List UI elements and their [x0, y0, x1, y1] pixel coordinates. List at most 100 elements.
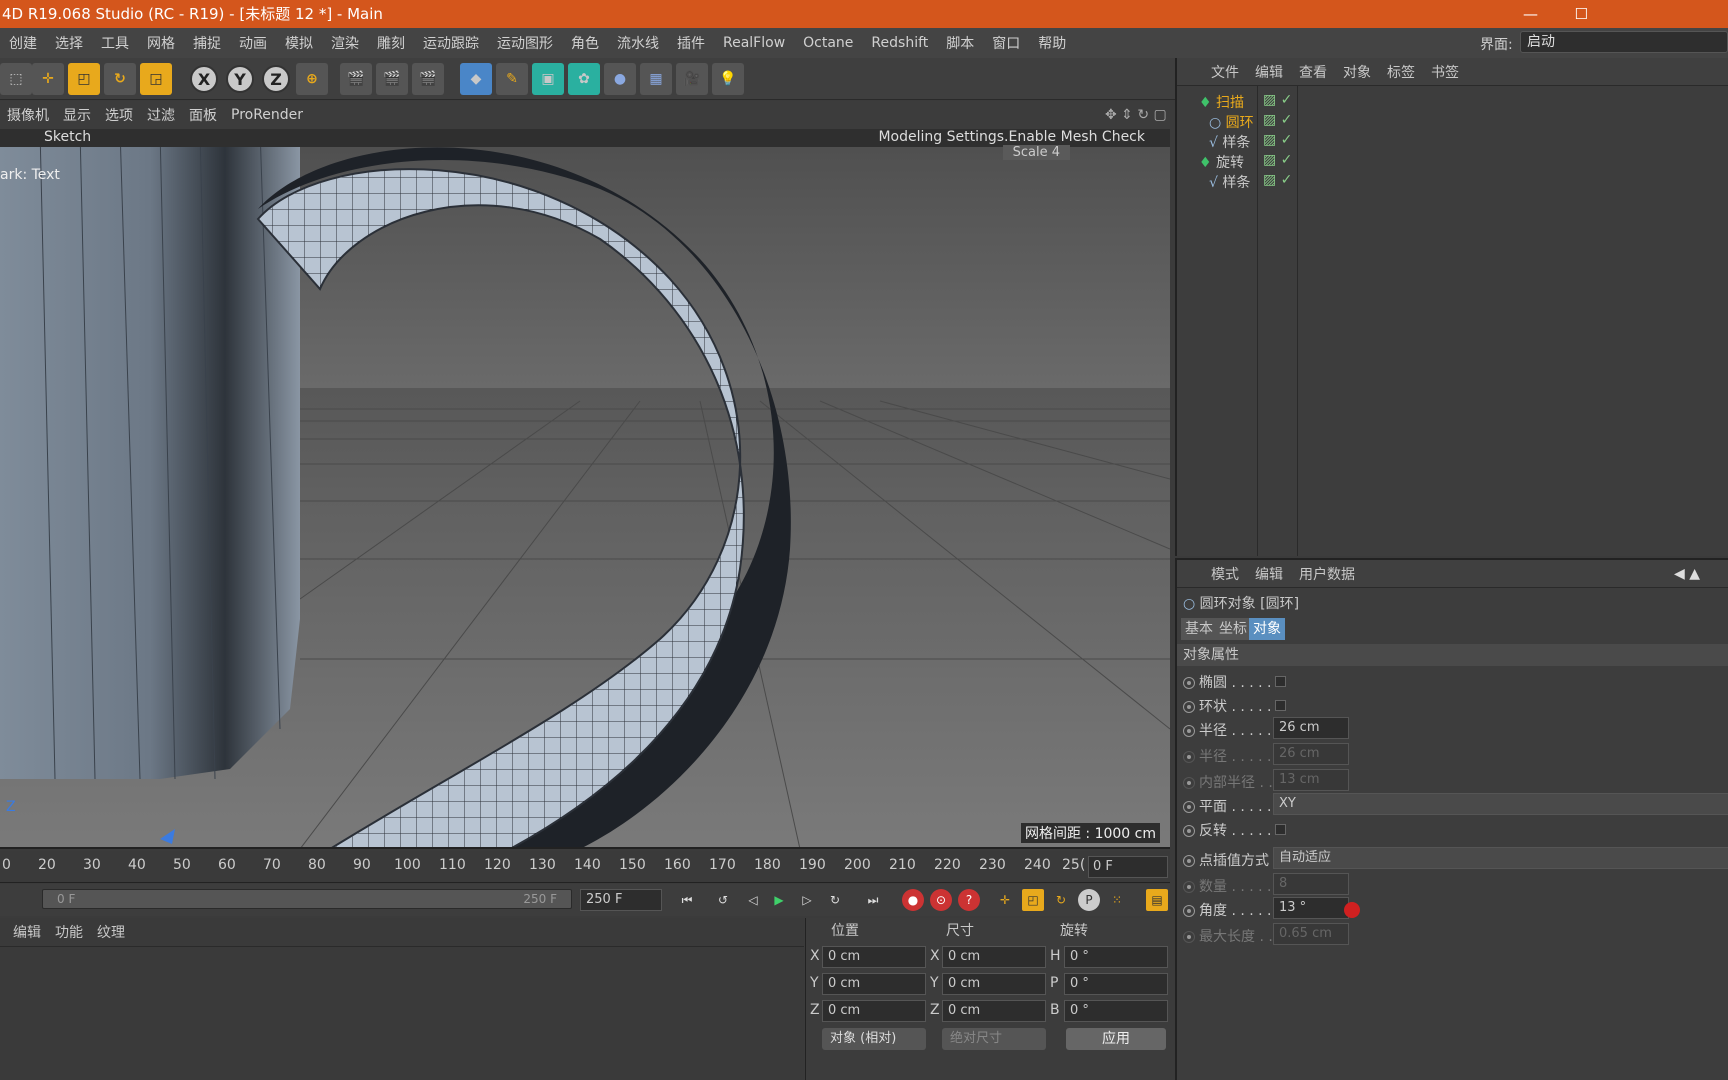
frame-range-slider[interactable]: 0 F 250 F — [42, 889, 572, 909]
interpolation-dropdown[interactable]: 自动适应 — [1273, 847, 1728, 869]
am-menu-edit[interactable]: 编辑 — [1247, 564, 1291, 584]
keyframe-selection-icon[interactable]: ? — [958, 889, 980, 911]
visibility-icon[interactable]: ▨ ✓ — [1263, 172, 1292, 188]
size-y-field[interactable]: 0 cm — [942, 973, 1046, 995]
end-frame-field[interactable]: 250 F — [580, 889, 662, 911]
z-axis-lock-icon[interactable]: Z — [262, 65, 290, 93]
vp-menu-camera[interactable]: 摄像机 — [0, 105, 56, 125]
rot-h-field[interactable]: 0 ° — [1064, 946, 1168, 968]
3d-viewport[interactable]: Sketch Modeling Settings.Enable Mesh Che… — [0, 129, 1170, 849]
pos-x-field[interactable]: 0 cm — [822, 946, 926, 968]
menu-snap[interactable]: 捕捉 — [184, 33, 230, 53]
mat-menu-edit[interactable]: 编辑 — [6, 922, 48, 942]
ellipse-checkbox[interactable] — [1275, 676, 1286, 687]
menu-create[interactable]: 创建 — [0, 33, 46, 53]
tab-object[interactable]: 对象 — [1249, 618, 1285, 640]
rotate-icon[interactable]: ↻ — [104, 63, 136, 95]
sketch-tab[interactable]: Sketch — [44, 129, 91, 145]
scale-icon[interactable]: ◰ — [68, 63, 100, 95]
menu-help[interactable]: 帮助 — [1029, 33, 1075, 53]
key-param-icon[interactable]: P — [1078, 889, 1100, 911]
menu-select[interactable]: 选择 — [46, 33, 92, 53]
menu-window[interactable]: 窗口 — [983, 33, 1029, 53]
rot-p-field[interactable]: 0 ° — [1064, 973, 1168, 995]
vp-menu-display[interactable]: 显示 — [56, 105, 98, 125]
menu-plugins[interactable]: 插件 — [668, 33, 714, 53]
cloner-icon[interactable]: ✿ — [568, 63, 600, 95]
record-icon[interactable]: ● — [902, 889, 924, 911]
rect-select-icon[interactable]: ⬚ — [0, 63, 32, 95]
size-x-field[interactable]: 0 cm — [942, 946, 1046, 968]
mat-menu-function[interactable]: 功能 — [48, 922, 90, 942]
om-menu-file[interactable]: 文件 — [1203, 62, 1247, 82]
apply-button[interactable]: 应用 — [1066, 1028, 1166, 1050]
visibility-icon[interactable]: ▨ ✓ — [1263, 132, 1292, 148]
menu-sculpt[interactable]: 雕刻 — [368, 33, 414, 53]
size-z-field[interactable]: 0 cm — [942, 1000, 1046, 1022]
menu-character[interactable]: 角色 — [562, 33, 608, 53]
menu-redshift[interactable]: Redshift — [862, 35, 937, 51]
menu-render[interactable]: 渲染 — [322, 33, 368, 53]
viewport-nav-icons[interactable]: ✥ ⇕ ↻ ▢ — [1105, 107, 1167, 123]
vp-menu-prorender[interactable]: ProRender — [224, 107, 310, 123]
floor-icon[interactable]: ▦ — [640, 63, 672, 95]
plane-dropdown[interactable]: XY — [1273, 793, 1728, 815]
visibility-icon[interactable]: ▨ ✓ — [1263, 152, 1292, 168]
radius-field[interactable]: 26 cm — [1273, 717, 1349, 739]
prev-key-icon[interactable]: ↺ — [712, 889, 734, 911]
vp-menu-filter[interactable]: 过滤 — [140, 105, 182, 125]
object-row-spline-2[interactable]: √ 样条 ▨ ✓ — [1177, 172, 1728, 192]
menu-script[interactable]: 脚本 — [937, 33, 983, 53]
object-row-sweep[interactable]: ♦ 扫描 ▨ ✓ — [1177, 92, 1728, 112]
radius-2-field[interactable]: 26 cm — [1273, 743, 1349, 765]
menu-animate[interactable]: 动画 — [230, 33, 276, 53]
om-menu-view[interactable]: 查看 — [1291, 62, 1335, 82]
object-row-circle[interactable]: ○ 圆环 ▨ ✓ — [1177, 112, 1728, 132]
am-menu-mode[interactable]: 模式 — [1203, 564, 1247, 584]
next-frame-icon[interactable]: ▷ — [796, 889, 818, 911]
vp-menu-options[interactable]: 选项 — [98, 105, 140, 125]
key-rotation-icon[interactable]: ↻ — [1050, 889, 1072, 911]
menu-motion-tracking[interactable]: 运动跟踪 — [414, 33, 488, 53]
om-menu-objects[interactable]: 对象 — [1335, 62, 1379, 82]
vp-menu-panel[interactable]: 面板 — [182, 105, 224, 125]
visibility-icon[interactable]: ▨ ✓ — [1263, 92, 1292, 108]
key-scale-icon[interactable]: ◰ — [1022, 889, 1044, 911]
key-pla-icon[interactable]: ⁙ — [1106, 889, 1128, 911]
ring-checkbox[interactable] — [1275, 700, 1286, 711]
nav-arrows-icon[interactable]: ◀ ▲ — [1666, 566, 1708, 582]
tab-coord[interactable]: 坐标 — [1215, 618, 1251, 640]
om-menu-edit[interactable]: 编辑 — [1247, 62, 1291, 82]
render-view-icon[interactable]: 🎬 — [340, 63, 372, 95]
goto-end-icon[interactable]: ⏭ — [862, 889, 884, 911]
recent-tool-icon[interactable]: ◲ — [140, 63, 172, 95]
x-axis-lock-icon[interactable]: X — [190, 65, 218, 93]
menu-tools[interactable]: 工具 — [92, 33, 138, 53]
menu-mograph[interactable]: 运动图形 — [488, 33, 562, 53]
object-row-lathe[interactable]: ♦ 旋转 ▨ ✓ — [1177, 152, 1728, 172]
camera-icon[interactable]: 🎥 — [676, 63, 708, 95]
mat-menu-texture[interactable]: 纹理 — [90, 922, 132, 942]
key-position-icon[interactable]: ✛ — [994, 889, 1016, 911]
cube-icon[interactable]: ◆ — [460, 63, 492, 95]
y-axis-lock-icon[interactable]: Y — [226, 65, 254, 93]
menu-simulate[interactable]: 模拟 — [276, 33, 322, 53]
menu-realflow[interactable]: RealFlow — [714, 35, 794, 51]
subdivision-icon[interactable]: ▣ — [532, 63, 564, 95]
om-menu-tags[interactable]: 标签 — [1379, 62, 1423, 82]
om-menu-bookmarks[interactable]: 书签 — [1423, 62, 1467, 82]
current-frame-field[interactable]: 0 F — [1088, 856, 1168, 878]
count-field[interactable]: 8 — [1273, 873, 1349, 895]
visibility-icon[interactable]: ▨ ✓ — [1263, 112, 1292, 128]
am-menu-userdata[interactable]: 用户数据 — [1291, 564, 1363, 584]
light-icon[interactable]: 💡 — [712, 63, 744, 95]
size-mode-dropdown[interactable]: 绝对尺寸 — [942, 1028, 1046, 1050]
deformer-icon[interactable]: ● — [604, 63, 636, 95]
menu-pipeline[interactable]: 流水线 — [608, 33, 668, 53]
render-settings-icon[interactable]: 🎬 — [412, 63, 444, 95]
pos-z-field[interactable]: 0 cm — [822, 1000, 926, 1022]
maximize-button[interactable]: ☐ — [1575, 0, 1588, 28]
coord-mode-dropdown[interactable]: 对象 (相对) — [822, 1028, 926, 1050]
layout-select[interactable]: 启动 — [1520, 31, 1728, 53]
pen-icon[interactable]: ✎ — [496, 63, 528, 95]
